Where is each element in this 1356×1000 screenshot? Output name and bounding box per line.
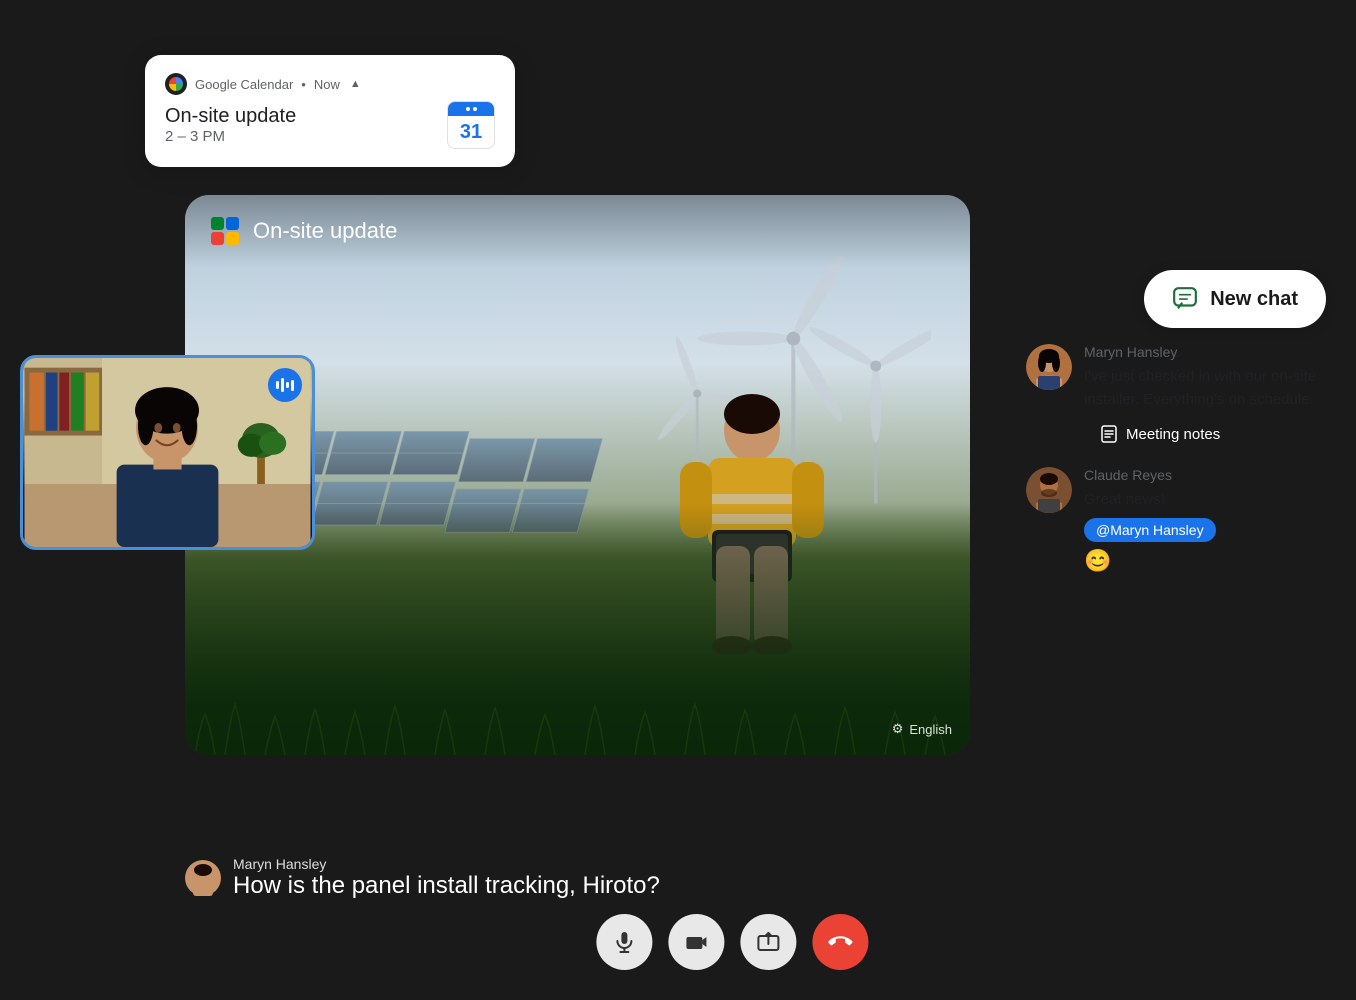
meet-header: On-site update bbox=[185, 195, 970, 267]
new-chat-label: New chat bbox=[1210, 288, 1298, 311]
meeting-notes-label: Meeting notes bbox=[1126, 426, 1220, 443]
share-screen-icon bbox=[756, 930, 780, 954]
notification-source: Google Calendar bbox=[195, 77, 293, 92]
notification-title: On-site update bbox=[165, 105, 296, 128]
meeting-notes-pill[interactable]: Meeting notes bbox=[1084, 417, 1236, 451]
gcal-icon bbox=[165, 73, 187, 95]
maryn-avatar bbox=[1026, 344, 1072, 390]
end-call-icon bbox=[828, 930, 852, 954]
notification-time-range: 2 – 3 PM bbox=[165, 128, 296, 145]
chat-bubble-icon bbox=[1172, 286, 1198, 312]
chevron-up-icon: ▲ bbox=[350, 78, 361, 90]
chat-message-claude: Claude Reyes Great news! @Maryn Hansley … bbox=[1026, 467, 1336, 574]
language-badge: ⚙ English bbox=[892, 721, 952, 737]
chat-message-maryn: Maryn Hansley I've just checked in with … bbox=[1026, 344, 1336, 451]
google-meet-logo bbox=[209, 215, 241, 247]
grass-texture bbox=[185, 531, 970, 755]
notification-card: Google Calendar • Now ▲ On-site update 2… bbox=[145, 55, 515, 167]
camera-icon bbox=[684, 930, 708, 954]
camera-button[interactable] bbox=[668, 914, 724, 970]
mic-button[interactable] bbox=[596, 914, 652, 970]
emoji-reaction: 😊 bbox=[1084, 548, 1216, 574]
voice-indicator bbox=[268, 368, 302, 402]
calendar-icon: 31 bbox=[447, 101, 495, 149]
pip-camera bbox=[20, 355, 315, 550]
share-screen-button[interactable] bbox=[740, 914, 796, 970]
gear-icon: ⚙ bbox=[892, 721, 904, 737]
meeting-title: On-site update bbox=[253, 218, 397, 244]
controls-bar[interactable] bbox=[596, 914, 868, 970]
claude-message-text: Great news! bbox=[1084, 489, 1216, 512]
maryn-message-text: I've just checked in with our on-site in… bbox=[1084, 366, 1336, 411]
maryn-sender-name: Maryn Hansley bbox=[1084, 344, 1336, 360]
claude-sender-name: Claude Reyes bbox=[1084, 467, 1216, 483]
mention-label: @Maryn Hansley bbox=[1096, 522, 1204, 538]
caption-text: How is the panel install tracking, Hirot… bbox=[233, 872, 660, 900]
notification-header: Google Calendar • Now ▲ bbox=[165, 73, 495, 95]
mention-pill[interactable]: @Maryn Hansley bbox=[1084, 518, 1216, 542]
notification-body: On-site update 2 – 3 PM 31 bbox=[165, 101, 495, 149]
mic-icon bbox=[612, 930, 636, 954]
caption-speaker-name: Maryn Hansley bbox=[233, 856, 660, 872]
claude-avatar bbox=[1026, 467, 1072, 513]
end-call-button[interactable] bbox=[812, 914, 868, 970]
notification-time: Now bbox=[314, 77, 340, 92]
caption-speaker-avatar bbox=[185, 860, 221, 896]
notes-icon bbox=[1100, 425, 1118, 443]
new-chat-button[interactable]: New chat bbox=[1144, 270, 1326, 328]
chat-sidebar: New chat Maryn Hansley I've just checked… bbox=[1026, 270, 1336, 574]
caption-bar: Maryn Hansley How is the panel install t… bbox=[185, 856, 660, 900]
